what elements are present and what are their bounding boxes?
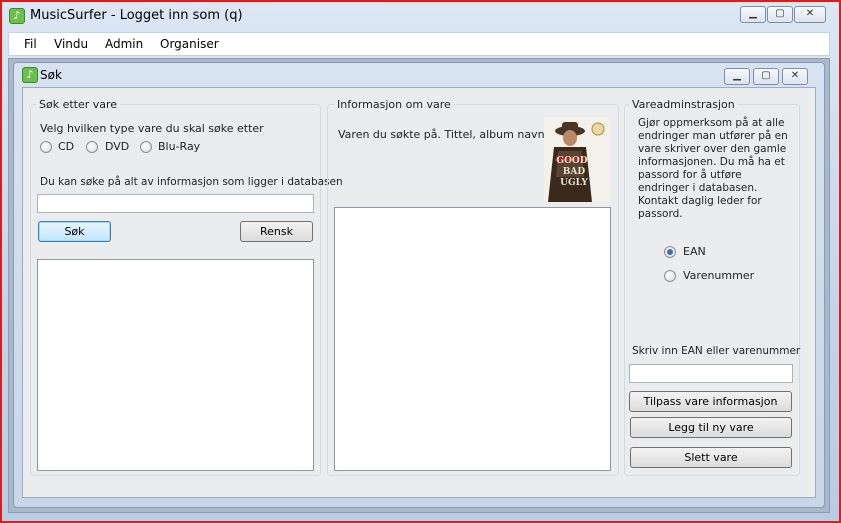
radio-cd[interactable] [40,141,52,153]
item-description: Varen du søkte på. Tittel, album navn et… [338,128,566,141]
info-group-legend: Informasjon om vare [334,98,454,111]
minimize-button[interactable]: ▁ [740,6,766,23]
svg-text:UGLY: UGLY [560,178,588,188]
clear-button[interactable]: Rensk [240,221,313,242]
type-prompt: Velg hvilken type vare du skal søke ette… [40,122,264,135]
menu-vindu[interactable]: Vindu [54,37,88,51]
child-window-title: Søk [40,68,62,82]
maximize-button[interactable]: ▢ [767,6,793,23]
radio-ean[interactable] [664,246,676,258]
window-title: MusicSurfer - Logget inn som (q) [30,8,243,23]
radio-cd-label: CD [58,140,75,153]
id-input-label: Skriv inn EAN eller varenummer [632,345,801,357]
search-group-legend: Søk etter vare [36,98,121,111]
child-app-icon: ♪ [22,67,38,83]
delete-item-button[interactable]: Slett vare [630,447,792,468]
radio-bluray[interactable] [140,141,152,153]
svg-text:BAD: BAD [563,167,586,177]
maximize-icon: ▢ [775,8,785,19]
search-info-text: Du kan søke på alt av informasjon som li… [40,176,343,188]
minimize-icon: ▁ [733,70,741,81]
menu-bar: Fil Vindu Admin Organiser [8,32,830,56]
radio-varenummer-label: Varenummer [683,269,755,282]
app-icon: ♪ [9,8,25,24]
radio-dvd-label: DVD [105,140,130,153]
radio-varenummer[interactable] [664,270,676,282]
album-cover-art: GOOD BAD UGLY [544,117,610,202]
svg-text:GOOD: GOOD [556,156,587,166]
close-icon: ✕ [790,70,800,81]
child-maximize-button[interactable]: ▢ [753,68,779,85]
menu-admin[interactable]: Admin [105,37,143,51]
id-input[interactable] [629,364,793,383]
menu-fil[interactable]: Fil [24,37,37,51]
album-cover-image: GOOD BAD UGLY [544,117,610,202]
close-button[interactable]: ✕ [794,6,826,23]
admin-group-legend: Vareadminstrasjon [629,98,738,111]
radio-bluray-label: Blu-Ray [158,140,201,153]
close-icon: ✕ [805,8,815,19]
admin-notice: Gjør oppmerksom på at alle endringer man… [638,117,788,220]
radio-dvd[interactable] [86,141,98,153]
search-button[interactable]: Søk [38,221,111,242]
search-input[interactable] [37,194,314,213]
menu-organiser[interactable]: Organiser [160,37,219,51]
item-details-panel[interactable] [334,207,611,471]
child-minimize-button[interactable]: ▁ [724,68,750,85]
search-results-list[interactable] [37,259,314,471]
update-item-button[interactable]: Tilpass vare informasjon [629,391,792,412]
add-item-button[interactable]: Legg til ny vare [630,417,792,438]
minimize-icon: ▁ [749,8,757,19]
child-close-button[interactable]: ✕ [782,68,808,85]
maximize-icon: ▢ [761,70,771,81]
radio-ean-label: EAN [683,245,706,258]
